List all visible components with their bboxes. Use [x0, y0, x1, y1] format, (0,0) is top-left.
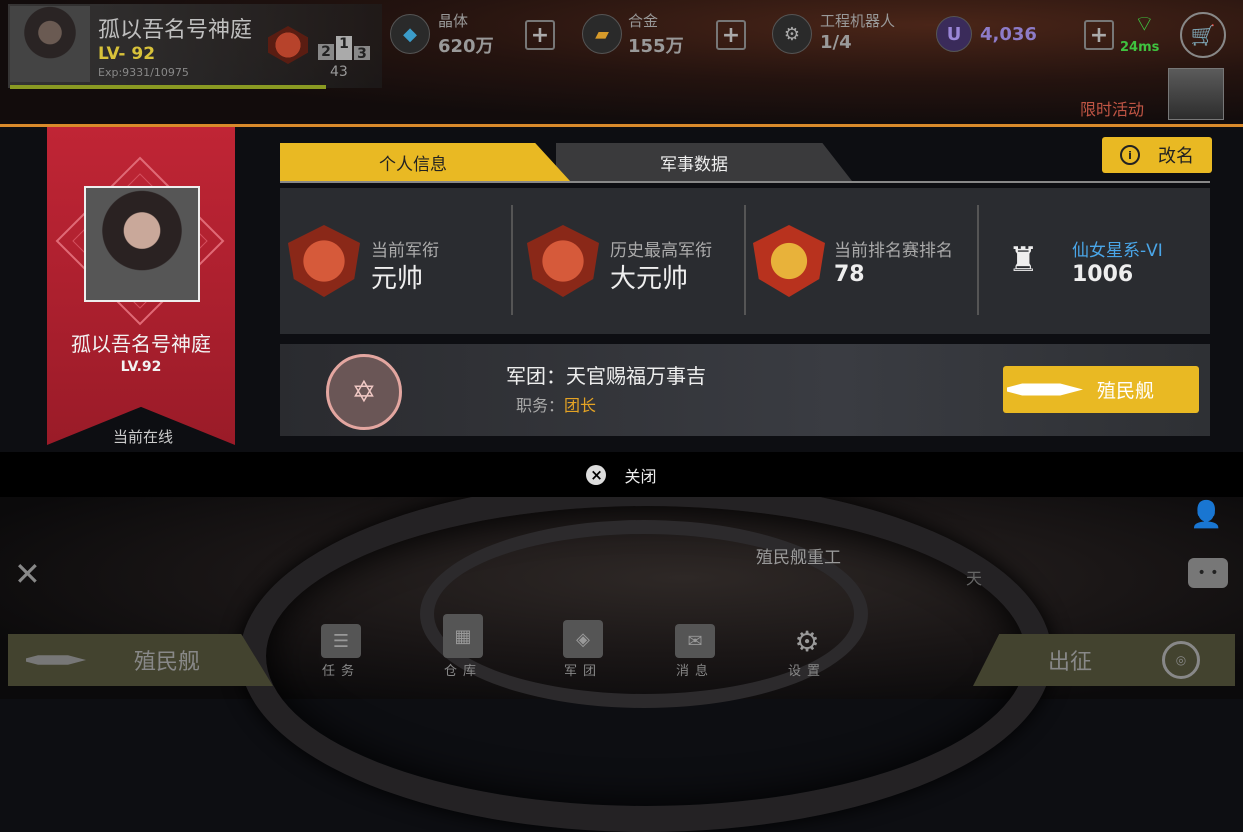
message-icon: ✉ — [675, 624, 715, 658]
tab-personal-info[interactable]: 个人信息 — [280, 143, 570, 181]
resource-label-alloy: 合金 — [628, 12, 659, 30]
resource-value-robot: 1/4 — [820, 32, 852, 53]
day-label: 天 — [966, 569, 983, 588]
stats-divider — [511, 205, 513, 315]
nav-label: 消息 — [675, 664, 714, 679]
nav-task[interactable]: ☰ 任务 — [306, 624, 376, 679]
role-label: 职务： — [516, 396, 565, 415]
profile-portrait — [84, 186, 200, 302]
add-alloy-button[interactable]: + — [716, 20, 746, 50]
crystal-icon: ◆ — [390, 14, 430, 54]
stat-value-arena-rank: 78 — [834, 262, 865, 287]
rename-button[interactable]: i 改名 — [1102, 137, 1212, 173]
hud-colony-ship-button[interactable]: 殖民舰 — [8, 634, 273, 686]
deploy-button[interactable]: 出征 ◎ — [973, 634, 1235, 686]
colony-ship-label: 殖民舰 — [1097, 380, 1155, 402]
nav-legion[interactable]: ◈ 军团 — [548, 620, 618, 679]
nav-label: 设置 — [787, 664, 826, 679]
profile-name: 孤以吾名号神庭 — [71, 332, 211, 356]
player-exp: Exp:9331/10975 — [98, 66, 189, 79]
ship-icon — [1007, 383, 1083, 396]
u-currency-icon: U — [936, 16, 972, 52]
stat-label-galaxy: 仙女星系-VI — [1072, 241, 1163, 261]
podium-icon[interactable]: 2 1 3 — [318, 36, 370, 62]
podium-second: 2 — [318, 44, 334, 60]
close-icon[interactable]: × — [586, 464, 607, 485]
alloy-icon: ▰ — [582, 14, 622, 54]
factory-label[interactable]: 殖民舰重工 — [756, 543, 841, 568]
colony-ship-button[interactable]: 殖民舰 — [1003, 366, 1199, 413]
tab-military-data[interactable]: 军事数据 — [556, 143, 852, 181]
stat-value-galaxy: 1006 — [1072, 262, 1134, 287]
nav-warehouse[interactable]: ▦ 仓库 — [428, 614, 498, 679]
robot-icon: ⚙ — [772, 14, 812, 54]
legion-label: 军团： — [506, 364, 566, 388]
stats-divider — [977, 205, 979, 315]
ship-icon — [26, 655, 86, 665]
deploy-label: 出征 — [1047, 650, 1092, 675]
legion-role: 职务：团长 — [516, 392, 596, 416]
warehouse-icon: ▦ — [443, 614, 483, 658]
player-level: LV- 92 — [98, 44, 156, 64]
limited-event-label[interactable]: 限时活动 — [1080, 96, 1144, 120]
stat-value-current-rank: 元帅 — [371, 264, 424, 294]
shop-cart-icon[interactable]: 🛒 — [1180, 12, 1226, 58]
resource-label-robot: 工程机器人 — [820, 12, 896, 30]
legion-info: 军团：天官赐福万事吉 — [506, 360, 706, 389]
wifi-icon: ⌔ — [1134, 12, 1155, 37]
stat-value-highest-rank: 大元帅 — [610, 264, 689, 294]
stat-label-arena-rank: 当前排名赛排名 — [834, 241, 953, 261]
close-bar[interactable]: × 关闭 — [0, 452, 1243, 497]
profile-level: LV.92 — [120, 359, 162, 375]
u-currency-value: 4,036 — [980, 24, 1037, 45]
legion-emblem-icon: ✡ — [326, 354, 402, 430]
resource-value-crystal: 620万 — [438, 36, 494, 57]
nav-message[interactable]: ✉ 消息 — [660, 624, 730, 679]
info-icon: i — [1120, 145, 1140, 165]
nav-settings[interactable]: ⚙ 设置 — [772, 624, 842, 680]
podium-third: 3 — [354, 46, 370, 62]
player-avatar[interactable] — [10, 6, 90, 82]
podium-first: 1 — [336, 36, 352, 60]
add-crystal-button[interactable]: + — [525, 20, 555, 50]
limited-event-chest-icon[interactable] — [1168, 68, 1224, 120]
rename-label: 改名 — [1158, 146, 1194, 167]
tab-underline — [280, 181, 1210, 183]
target-icon: ◎ — [1162, 641, 1200, 679]
player-name: 孤以吾名号神庭 — [98, 18, 253, 43]
stats-divider — [744, 205, 746, 315]
add-currency-button[interactable]: + — [1084, 20, 1114, 50]
nav-label: 任务 — [321, 664, 360, 679]
legion-icon: ◈ — [563, 620, 603, 658]
chat-icon[interactable]: • • — [1188, 558, 1228, 588]
nav-label: 军团 — [563, 664, 602, 679]
trophy-icon: ♜ — [1008, 240, 1039, 280]
resource-label-crystal: 晶体 — [438, 12, 469, 30]
wrench-icon[interactable]: ✕ — [14, 555, 41, 593]
nav-label: 仓库 — [443, 664, 482, 679]
resource-value-alloy: 155万 — [628, 36, 684, 57]
legion-name: 天官赐福万事吉 — [566, 364, 706, 388]
hud-colony-ship-label: 殖民舰 — [134, 650, 201, 675]
ping-label: 24ms — [1120, 40, 1160, 55]
rank-number: 43 — [330, 64, 348, 80]
settings-icon: ⚙ — [794, 624, 820, 658]
close-label[interactable]: 关闭 — [624, 463, 656, 487]
profile-card-icon[interactable]: 👤 — [1190, 500, 1222, 530]
role-value: 团长 — [564, 396, 597, 415]
task-icon: ☰ — [321, 624, 361, 658]
exp-bar — [10, 85, 326, 89]
online-status: 当前在线 — [112, 428, 173, 446]
